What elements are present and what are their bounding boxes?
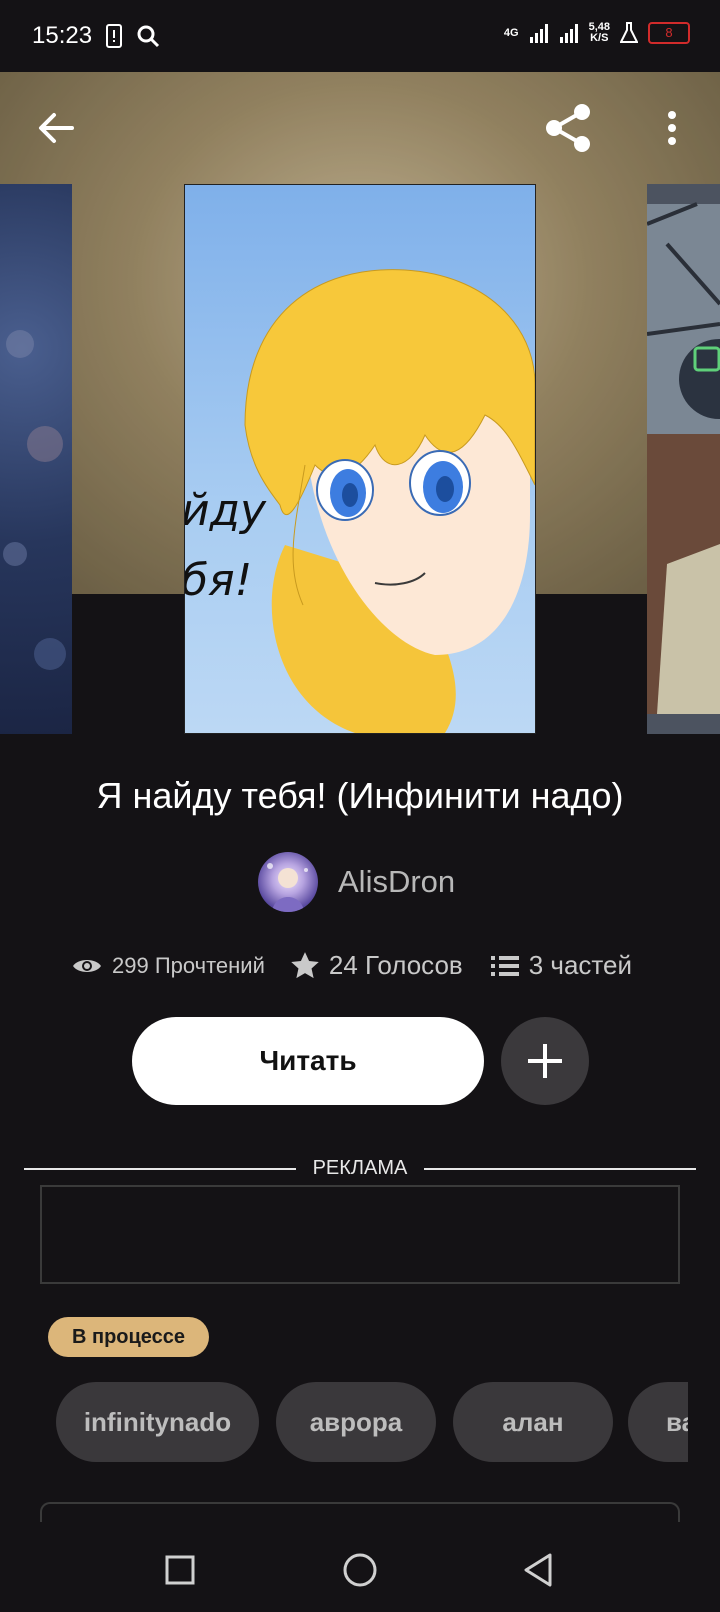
stat-parts: 3 частей bbox=[490, 950, 633, 981]
circle-icon bbox=[343, 1553, 377, 1587]
net-speed: 5,48 K/S bbox=[589, 22, 610, 44]
system-nav-bar bbox=[0, 1522, 720, 1612]
more-button[interactable] bbox=[644, 100, 700, 156]
share-button[interactable] bbox=[540, 100, 596, 156]
stat-reads: 299 Прочтений bbox=[72, 953, 265, 979]
status-badge: В процессе bbox=[48, 1317, 210, 1357]
eye-icon bbox=[73, 959, 101, 972]
cover-text-line1: йду bbox=[185, 485, 267, 536]
story-title: Я найду тебя! (Инфинити надо) bbox=[96, 775, 624, 816]
phone-alert-icon bbox=[106, 24, 122, 48]
status-bar: 15:23 4G 5,48 K/S 8 bbox=[0, 0, 720, 72]
cover-main[interactable]: йду бя! bbox=[184, 184, 536, 734]
tag-chip[interactable]: аврора bbox=[276, 1382, 436, 1462]
net-speed-unit: K/S bbox=[590, 32, 609, 44]
tag-chip[interactable]: ва bbox=[628, 1382, 688, 1462]
author-name[interactable]: AlisDron bbox=[338, 864, 455, 900]
list-icon bbox=[490, 955, 519, 976]
star-icon bbox=[291, 952, 319, 979]
battery-icon: 8 bbox=[648, 22, 690, 44]
tag-chip[interactable]: infinitynado bbox=[56, 1382, 259, 1462]
story-stats: 299 Прочтений 24 Голосов 3 частей bbox=[72, 950, 632, 981]
reads-count: 299 Прочтений bbox=[112, 952, 265, 978]
share-icon bbox=[546, 104, 590, 152]
cover-main-art: йду бя! bbox=[185, 185, 535, 733]
status-notification-icons bbox=[106, 24, 160, 48]
square-icon bbox=[165, 1555, 195, 1585]
stat-votes: 24 Голосов bbox=[291, 950, 463, 981]
flask-icon bbox=[620, 22, 638, 43]
tag-chip[interactable]: алан bbox=[453, 1382, 613, 1462]
search-icon bbox=[137, 25, 160, 48]
back-button[interactable] bbox=[28, 100, 84, 156]
ad-divider-right bbox=[424, 1168, 696, 1170]
cover-previous[interactable] bbox=[0, 184, 72, 734]
add-to-library-button[interactable] bbox=[501, 1017, 589, 1105]
network-type: 4G bbox=[503, 26, 519, 39]
back-nav-button[interactable] bbox=[510, 1542, 566, 1598]
triangle-back-icon bbox=[524, 1553, 552, 1587]
status-system-icons: 4G 5,48 K/S 8 bbox=[504, 22, 690, 44]
recents-button[interactable] bbox=[152, 1542, 208, 1598]
back-arrow-icon bbox=[39, 113, 74, 143]
cover-text-line2: бя! bbox=[185, 555, 252, 606]
read-button[interactable]: Читать bbox=[132, 1017, 484, 1105]
status-time: 15:23 bbox=[32, 22, 93, 49]
signal-icon bbox=[529, 24, 548, 43]
ad-container[interactable] bbox=[40, 1185, 680, 1284]
votes-count: 24 Голосов bbox=[328, 950, 463, 980]
avatar-art bbox=[267, 863, 308, 912]
plus-icon bbox=[528, 1044, 562, 1078]
tag-list: infinitynado аврора алан ва bbox=[56, 1382, 688, 1462]
cover-next-art bbox=[647, 202, 720, 714]
ad-label-row: РЕКЛАМА bbox=[24, 1157, 696, 1181]
avatar[interactable] bbox=[258, 852, 318, 912]
author-link[interactable]: AlisDron bbox=[258, 852, 455, 912]
signal-icon-2 bbox=[559, 24, 578, 43]
more-vert-icon bbox=[668, 111, 676, 145]
parts-count: 3 частей bbox=[528, 950, 633, 980]
home-button[interactable] bbox=[332, 1542, 388, 1598]
cover-previous-art bbox=[3, 330, 66, 670]
cover-next[interactable] bbox=[647, 184, 720, 734]
